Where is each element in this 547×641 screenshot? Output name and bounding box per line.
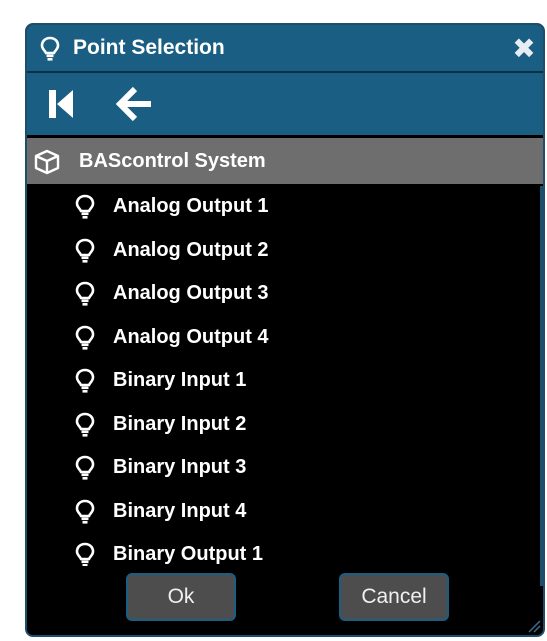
tree-item[interactable]: Binary Input 1 [27, 360, 543, 403]
tree-item-label: Binary Input 3 [113, 456, 247, 478]
lightbulb-icon [75, 368, 95, 393]
lightbulb-icon [75, 194, 95, 219]
lightbulb-icon [75, 281, 95, 306]
tree-item[interactable]: Analog Output 1 [27, 186, 543, 229]
resize-grip-icon[interactable] [525, 617, 541, 633]
lightbulb-icon [75, 412, 95, 437]
lightbulb-icon [75, 455, 95, 480]
skip-to-start-icon[interactable] [43, 85, 83, 123]
lightbulb-icon [75, 238, 95, 263]
close-icon[interactable]: ✖ [512, 33, 535, 64]
tree-item-label: Binary Input 4 [113, 499, 247, 522]
back-button[interactable] [115, 85, 155, 123]
navigation-toolbar [27, 73, 543, 135]
tree-root-label: BAScontrol System [79, 150, 266, 172]
cube-icon [34, 149, 60, 175]
tree-item-label: Analog Output 3 [113, 282, 269, 304]
lightbulb-icon [75, 542, 95, 566]
tree-item[interactable]: Binary Input 3 [27, 447, 543, 490]
tree-item-label: Binary Input 2 [113, 412, 247, 435]
tree-item[interactable]: Analog Output 3 [27, 273, 543, 316]
tree-item-label: Binary Input 1 [113, 369, 247, 391]
tree-item-label: Analog Output 1 [113, 195, 269, 217]
tree-item-label: Analog Output 2 [113, 238, 269, 261]
tree-item[interactable]: Analog Output 2 [27, 230, 543, 273]
tree-item[interactable]: Binary Input 4 [27, 491, 543, 534]
scrollbar[interactable] [540, 186, 543, 586]
lightbulb-icon [75, 499, 95, 524]
tree-item-label: Analog Output 4 [113, 325, 269, 348]
point-selection-dialog: Point Selection ✖ BAScontrol System Anal… [25, 23, 545, 637]
tree-item[interactable]: Binary Output 1 [27, 534, 543, 566]
point-list: Analog Output 1 Analog Output 2 Analog Out… [27, 186, 543, 566]
tree-item[interactable]: Binary Input 2 [27, 404, 543, 447]
tree-item-label: Binary Output 1 [113, 543, 264, 565]
cancel-button[interactable]: Cancel [339, 573, 449, 621]
close-button[interactable]: ✖ [509, 34, 539, 64]
tree-item[interactable]: Analog Output 4 [27, 317, 543, 360]
lightbulb-icon [40, 36, 60, 61]
dialog-title: Point Selection [73, 36, 225, 59]
first-button[interactable] [43, 85, 83, 123]
lightbulb-icon [75, 325, 95, 350]
ok-button[interactable]: Ok [126, 573, 236, 621]
tree-root-row[interactable]: BAScontrol System [27, 138, 543, 184]
dialog-titlebar[interactable]: Point Selection ✖ [27, 25, 543, 73]
arrow-left-icon[interactable] [115, 85, 155, 123]
